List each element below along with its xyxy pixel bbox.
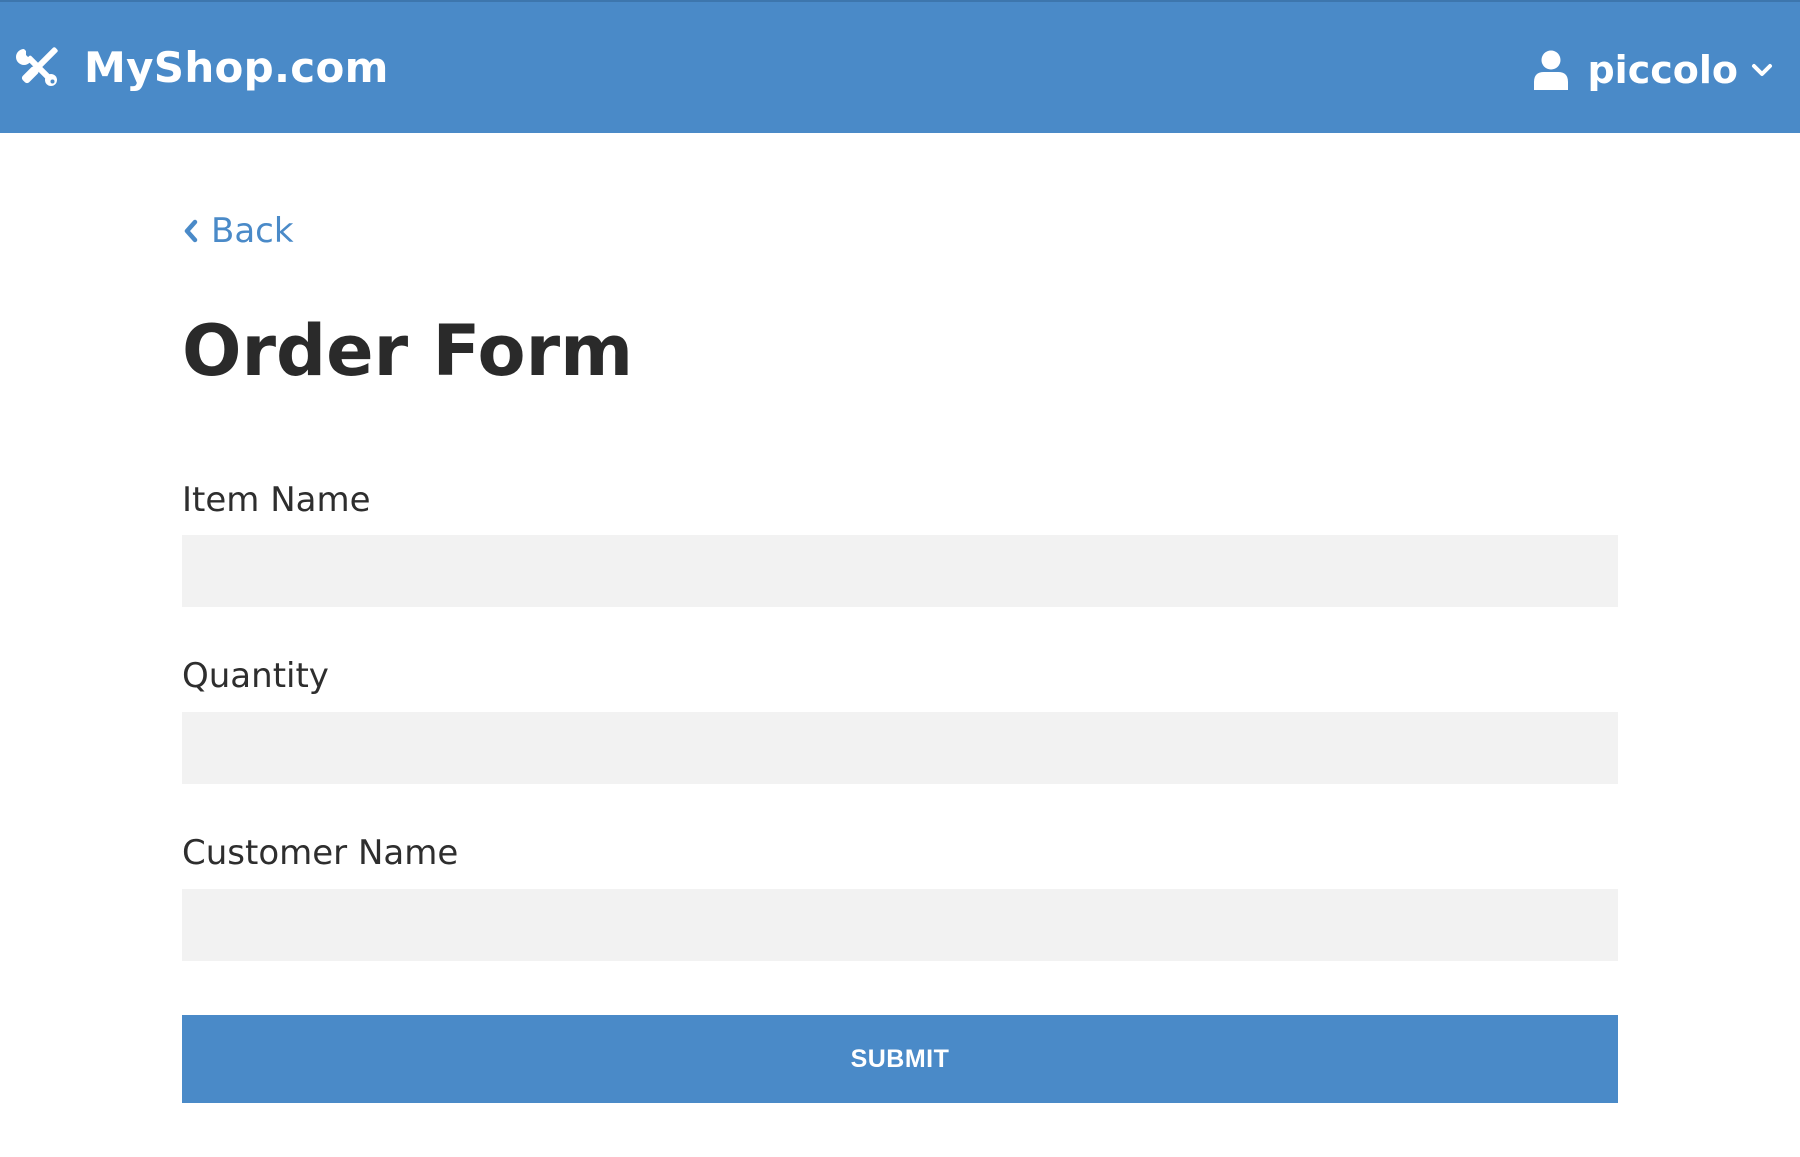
submit-button[interactable]: SUBMIT bbox=[182, 1015, 1618, 1103]
quantity-label: Quantity bbox=[182, 656, 329, 696]
back-label: Back bbox=[211, 211, 294, 251]
brand-name: MyShop.com bbox=[84, 42, 389, 92]
user-menu[interactable]: piccolo bbox=[1533, 46, 1774, 94]
chevron-left-icon bbox=[184, 219, 198, 243]
item-name-label: Item Name bbox=[182, 480, 371, 520]
top-navigation-bar: MyShop.com piccolo bbox=[0, 0, 1800, 133]
quantity-input[interactable] bbox=[182, 712, 1618, 784]
item-name-input[interactable] bbox=[182, 535, 1618, 607]
customer-name-input[interactable] bbox=[182, 889, 1618, 961]
brand-link[interactable]: MyShop.com bbox=[14, 42, 389, 92]
username-label: piccolo bbox=[1587, 48, 1738, 92]
chevron-down-icon bbox=[1752, 64, 1772, 76]
tools-icon bbox=[16, 47, 58, 86]
back-link[interactable]: Back bbox=[182, 211, 294, 251]
customer-name-label: Customer Name bbox=[182, 833, 459, 873]
user-icon bbox=[1534, 50, 1569, 90]
page-title: Order Form bbox=[182, 310, 634, 392]
